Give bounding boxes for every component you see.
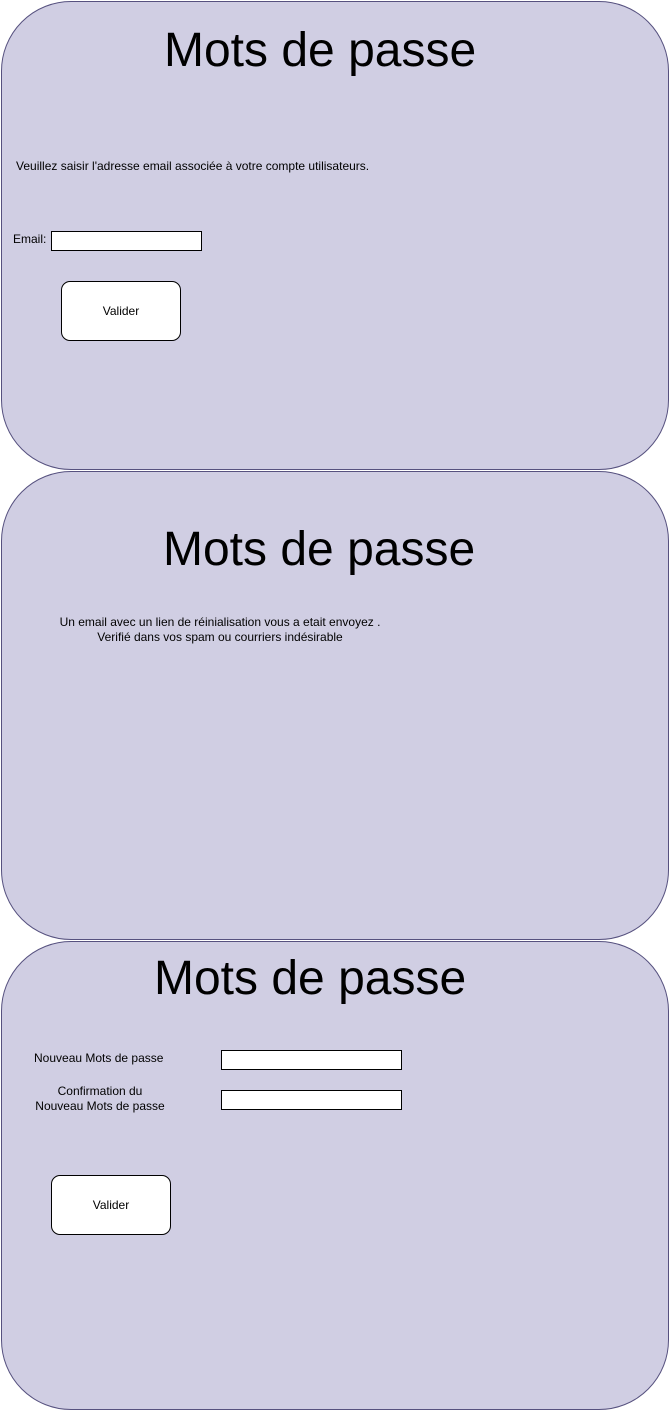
email-sent-screen: Mots de passe Un email avec un lien de r… (1, 471, 669, 940)
confirm-password-label: Confirmation du Nouveau Mots de passe (22, 1084, 178, 1114)
confirmation-line-2: Verifié dans vos spam ou courriers indés… (97, 630, 343, 644)
instruction-text: Veuillez saisir l'adresse email associée… (16, 159, 370, 173)
confirmation-line-1: Un email avec un lien de réinialisation … (59, 615, 381, 629)
new-password-label: Nouveau Mots de passe (34, 1051, 164, 1065)
submit-button-label: Valider (102, 304, 140, 318)
submit-button[interactable]: Valider (51, 1175, 171, 1235)
new-password-input[interactable] (221, 1050, 402, 1070)
page-title: Mots de passe (164, 24, 477, 77)
email-request-screen: Mots de passe Veuillez saisir l'adresse … (1, 1, 669, 470)
page-title: Mots de passe (154, 952, 467, 1005)
confirmation-message: Un email avec un lien de réinialisation … (22, 615, 418, 645)
page-title: Mots de passe (163, 523, 476, 576)
email-label: Email: (13, 232, 47, 246)
confirm-label-line-1: Confirmation du (57, 1084, 143, 1098)
submit-button-label: Valider (92, 1198, 130, 1212)
confirm-password-input[interactable] (221, 1090, 402, 1110)
confirm-label-line-2: Nouveau Mots de passe (35, 1099, 165, 1113)
email-input[interactable] (51, 231, 202, 251)
submit-button[interactable]: Valider (61, 281, 181, 341)
reset-password-screen: Mots de passe Nouveau Mots de passe Conf… (1, 941, 669, 1410)
